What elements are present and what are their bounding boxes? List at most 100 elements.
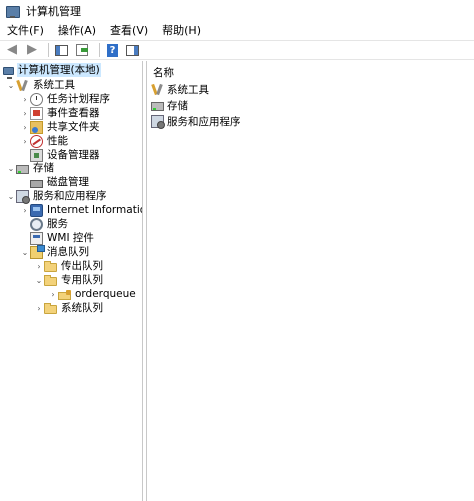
- tree-item-outgoing-queues[interactable]: › 传出队列: [34, 259, 104, 273]
- toolbar-separator: [48, 43, 49, 57]
- tree-item-shared-folders[interactable]: › 共享文件夹: [20, 120, 101, 134]
- message-queue-icon: [30, 244, 45, 259]
- console-tree: 计算机管理(本地) ⌄ 系统工具 › 任务计划程序 › 事件查看器 › 共享文件…: [0, 61, 143, 501]
- event-viewer-icon: [30, 106, 43, 120]
- tree-item-task-scheduler[interactable]: › 任务计划程序: [20, 92, 111, 106]
- chevron-right-icon[interactable]: ›: [20, 106, 30, 120]
- chevron-right-icon[interactable]: ›: [34, 259, 44, 273]
- shared-folder-icon: [30, 120, 43, 134]
- tree-label: 专用队列: [61, 274, 103, 286]
- tree-item-event-viewer[interactable]: › 事件查看器: [20, 106, 101, 120]
- tree-item-system-tools[interactable]: ⌄ 系统工具: [6, 78, 76, 92]
- tree-label: 系统工具: [33, 79, 75, 91]
- tree-item-services[interactable]: 服务: [30, 217, 69, 231]
- tools-icon: [16, 79, 29, 92]
- window-title: 计算机管理: [26, 5, 81, 18]
- tree-item-system-queues[interactable]: › 系统队列: [34, 301, 104, 315]
- tree-label: 服务和应用程序: [33, 190, 107, 202]
- back-arrow-icon[interactable]: ◀: [3, 42, 21, 58]
- chevron-right-icon[interactable]: ›: [20, 134, 30, 148]
- chevron-right-icon[interactable]: ›: [34, 301, 44, 315]
- help-icon: ?: [107, 43, 118, 57]
- toolbar: ◀ ▶ ?: [0, 40, 474, 60]
- tree-item-services-and-applications[interactable]: ⌄ 服务和应用程序: [6, 189, 108, 204]
- column-header-name[interactable]: 名称: [153, 65, 174, 80]
- disk-icon: [30, 179, 43, 188]
- device-manager-icon: [30, 148, 43, 162]
- tree-item-message-queuing[interactable]: ⌄ 消息队列: [20, 244, 90, 259]
- tree-label: 共享文件夹: [47, 121, 100, 133]
- title-bar: 计算机管理: [0, 0, 474, 22]
- menu-help[interactable]: 帮助(H): [155, 22, 208, 40]
- show-hide-action-pane-button[interactable]: [125, 42, 143, 58]
- storage-icon: [151, 101, 164, 111]
- show-hide-console-tree-button[interactable]: [54, 42, 72, 58]
- console-tree-icon: [55, 44, 68, 56]
- tree-label: 设备管理器: [47, 149, 100, 161]
- services-applications-icon: [151, 114, 165, 129]
- menu-action[interactable]: 操作(A): [51, 22, 103, 40]
- tree-label: WMI 控件: [47, 232, 94, 244]
- tree-item-device-manager[interactable]: 设备管理器: [30, 148, 101, 162]
- wmi-icon: [30, 231, 43, 245]
- tree-item-private-queues[interactable]: ⌄ 专用队列: [34, 273, 104, 287]
- tree-label: 磁盘管理: [47, 176, 89, 188]
- help-button[interactable]: ?: [105, 42, 123, 58]
- tree-item-wmi-control[interactable]: WMI 控件: [30, 231, 95, 245]
- chevron-right-icon[interactable]: ›: [20, 120, 30, 134]
- services-applications-icon: [16, 189, 30, 204]
- tree-label: 消息队列: [47, 246, 89, 258]
- chevron-down-icon[interactable]: ⌄: [6, 161, 16, 175]
- tree-item-storage[interactable]: ⌄ 存储: [6, 161, 55, 175]
- tree-label: 计算机管理(本地): [17, 63, 101, 77]
- tree-label: 存储: [33, 162, 54, 174]
- tree-label: orderqueue: [75, 288, 136, 300]
- menu-bar: 文件(F) 操作(A) 查看(V) 帮助(H): [0, 22, 474, 40]
- list-item-label: 服务和应用程序: [167, 115, 241, 128]
- toolbar-separator: [99, 43, 100, 57]
- tree-label: Internet Information Se: [47, 204, 142, 216]
- tree-item-orderqueue[interactable]: › orderqueue: [48, 287, 137, 301]
- gear-icon: [30, 217, 43, 231]
- export-list-button[interactable]: [74, 42, 92, 58]
- menu-view[interactable]: 查看(V): [103, 22, 155, 40]
- tree-label: 系统队列: [61, 302, 103, 314]
- menu-file[interactable]: 文件(F): [0, 22, 51, 40]
- chevron-down-icon[interactable]: ⌄: [20, 245, 30, 259]
- results-pane: 名称 系统工具 存储 服务和应用程序: [146, 61, 474, 501]
- tree-label: 服务: [47, 218, 68, 230]
- list-item-label: 存储: [167, 99, 188, 112]
- iis-icon: [30, 203, 43, 217]
- chevron-right-icon[interactable]: ›: [20, 92, 30, 106]
- storage-icon: [16, 164, 29, 174]
- forward-arrow-icon[interactable]: ▶: [23, 42, 41, 58]
- tree-item-performance[interactable]: › 性能: [20, 134, 69, 148]
- export-icon: [75, 44, 88, 56]
- folder-icon: [44, 303, 57, 314]
- tree-label: 事件查看器: [47, 107, 100, 119]
- clock-icon: [30, 92, 43, 106]
- list-item-system-tools[interactable]: 系统工具: [151, 82, 209, 96]
- chevron-down-icon[interactable]: ⌄: [6, 189, 16, 203]
- action-pane-icon: [126, 44, 139, 56]
- list-item-label: 系统工具: [167, 83, 209, 96]
- chevron-down-icon[interactable]: ⌄: [6, 78, 16, 92]
- tree-label: 性能: [47, 135, 68, 147]
- queue-icon: [58, 289, 71, 300]
- list-item-storage[interactable]: 存储: [151, 98, 188, 112]
- tree-label: 传出队列: [61, 260, 103, 272]
- folder-icon: [44, 261, 57, 272]
- chevron-right-icon[interactable]: ›: [48, 287, 58, 301]
- tree-label: 任务计划程序: [47, 93, 110, 105]
- tree-item-iis[interactable]: › Internet Information Se: [20, 203, 142, 217]
- list-item-services-and-applications[interactable]: 服务和应用程序: [151, 114, 241, 129]
- tree-item-computer-management[interactable]: 计算机管理(本地): [3, 63, 101, 79]
- performance-icon: [30, 134, 43, 148]
- tree-item-disk-management[interactable]: 磁盘管理: [30, 175, 90, 189]
- folder-open-icon: [44, 275, 57, 286]
- chevron-right-icon[interactable]: ›: [20, 203, 30, 217]
- computer-icon: [3, 66, 14, 79]
- chevron-down-icon[interactable]: ⌄: [34, 273, 44, 287]
- computer-management-icon: [6, 5, 20, 18]
- tools-icon: [151, 83, 164, 96]
